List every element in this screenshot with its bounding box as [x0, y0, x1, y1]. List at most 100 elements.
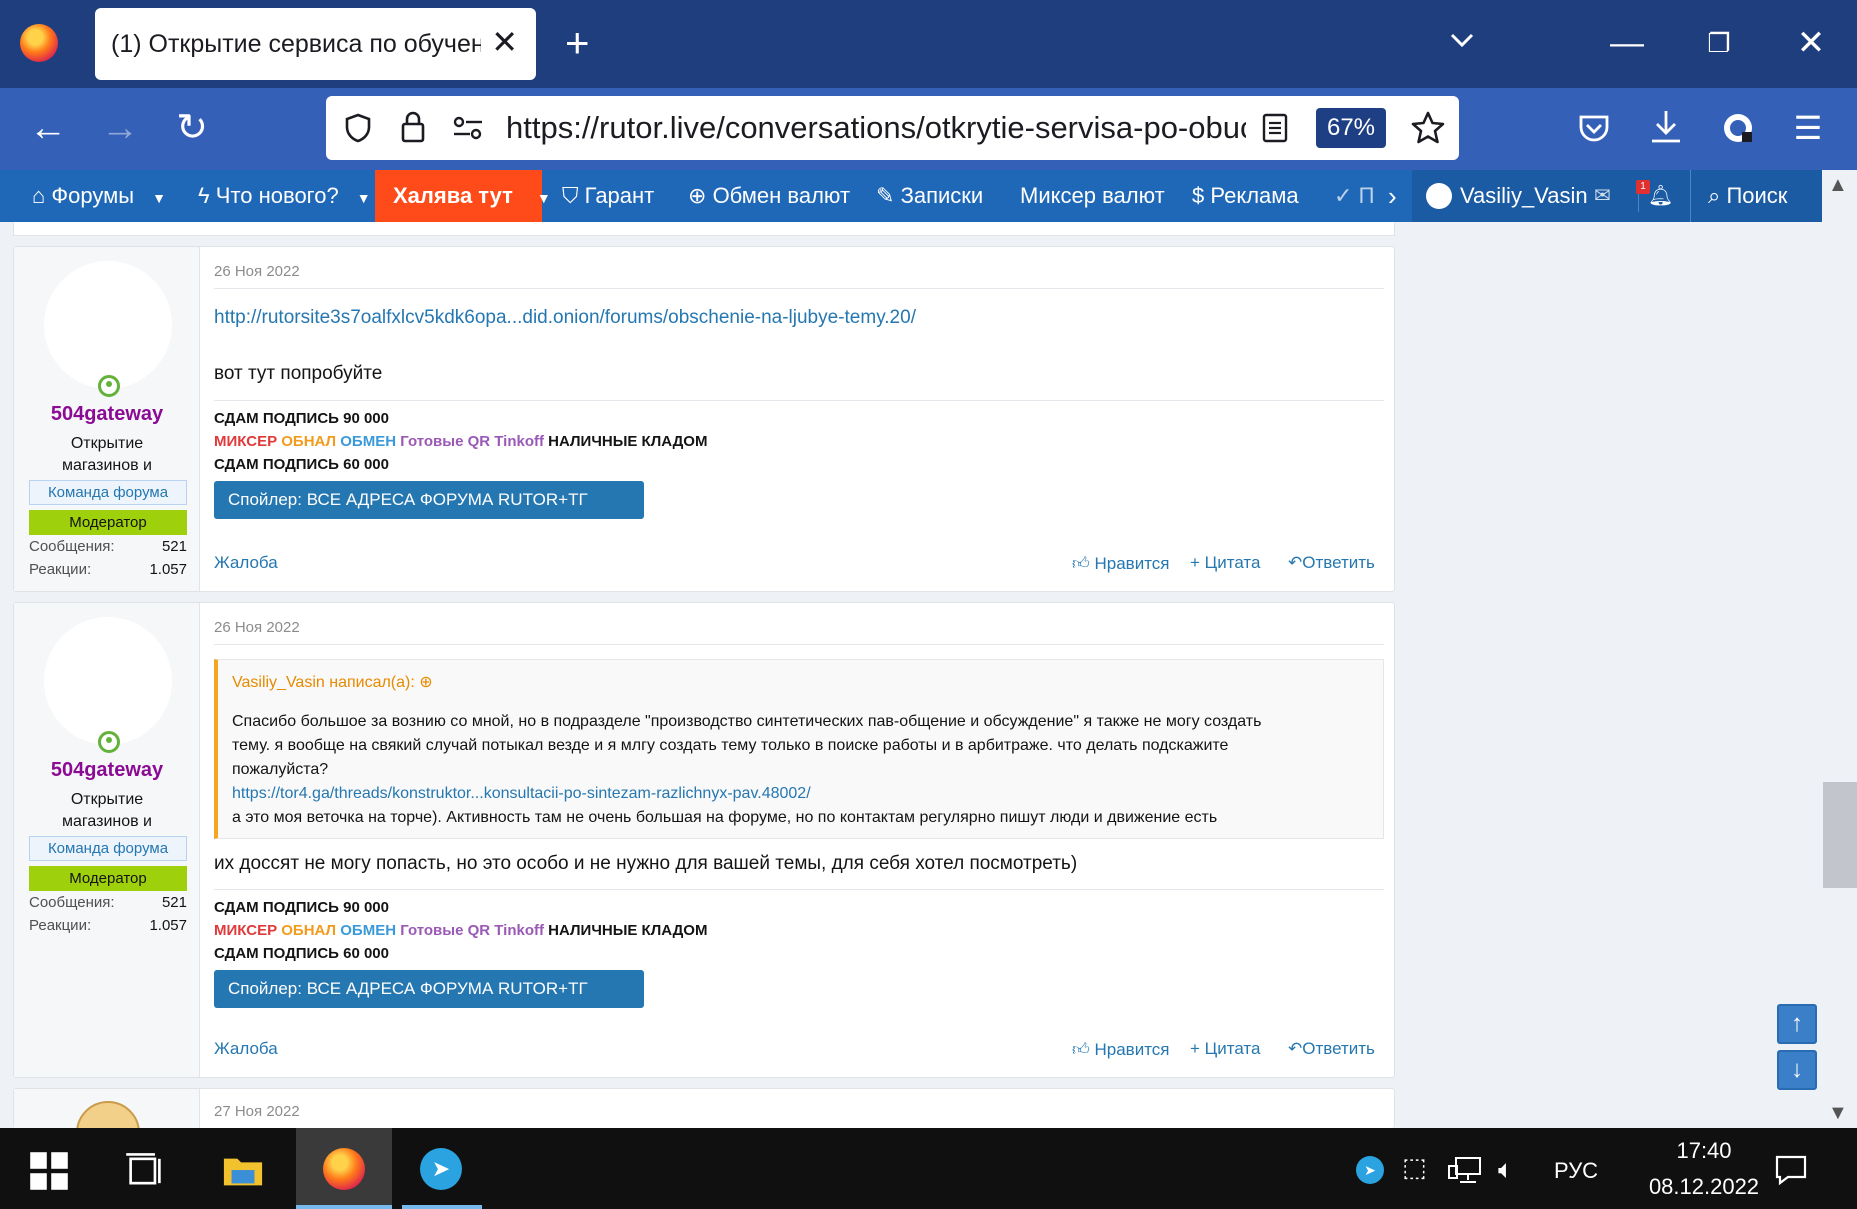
tab-title: (1) Открытие сервиса по обучени — [111, 29, 481, 58]
reader-view-icon[interactable] — [1261, 112, 1289, 144]
post-date[interactable]: 26 Ноя 2022 — [214, 619, 1384, 636]
clock-date[interactable]: 08.12.2022 — [1622, 1174, 1786, 1200]
signature-divider — [214, 889, 1384, 890]
scroll-down-arrow-icon[interactable]: ▼ — [1828, 1102, 1848, 1125]
online-status-icon — [98, 375, 120, 397]
quote-author[interactable]: Vasiliy_Vasin написал(а): ⊕ — [232, 672, 433, 692]
zoom-level-badge[interactable]: 67% — [1316, 108, 1386, 148]
restore-window-icon[interactable]: ❐ — [1694, 20, 1744, 66]
volume-icon[interactable]: 🔈︎ — [1498, 1154, 1514, 1186]
messages-stat: Сообщения: 521 — [29, 894, 187, 911]
notifications-icon[interactable] — [1774, 1154, 1808, 1186]
tab-close-icon[interactable]: ✕ — [491, 26, 518, 58]
nav-exchange[interactable]: ⊕ Обмен валют — [688, 170, 850, 222]
nav-garant[interactable]: ⛉ Гарант — [562, 170, 654, 222]
quote-button[interactable]: + Цитата — [1190, 553, 1260, 573]
windows-start-icon[interactable] — [28, 1150, 70, 1192]
nav-halyava[interactable]: Халява тут ▼ — [375, 170, 551, 222]
shield-check-icon: ⛉ — [562, 183, 579, 208]
arrow-up-circle-icon[interactable]: ⊕ — [419, 674, 432, 691]
quote-button[interactable]: + Цитата — [1190, 1039, 1260, 1059]
downloads-icon[interactable] — [1648, 108, 1684, 146]
nav-ads[interactable]: $ Реклама — [1192, 170, 1299, 222]
reload-icon[interactable]: ↻ — [172, 108, 212, 148]
pocket-icon[interactable] — [1576, 110, 1612, 146]
avatar[interactable] — [1426, 183, 1452, 209]
report-link[interactable]: Жалоба — [214, 553, 278, 573]
post-user-sidebar: 504gateway Открытие магазинов и сервисов… — [14, 247, 200, 591]
notification-count-badge: 1 — [1636, 180, 1650, 194]
permissions-icon[interactable] — [452, 114, 484, 142]
quote-text: Спасибо большое за вознию со мной, но в … — [232, 710, 1372, 830]
previous-post-tail — [13, 222, 1395, 236]
signature: СДАМ ПОДПИСЬ 90 000 МИКСЕР ОБНАЛ ОБМЕН Г… — [214, 410, 708, 473]
quote-link[interactable]: https://tor4.ga/threads/konstruktor...ko… — [232, 782, 1372, 806]
nav-notes[interactable]: ✎ Записки — [876, 170, 983, 222]
report-link[interactable]: Жалоба — [214, 1039, 278, 1059]
close-window-icon[interactable]: ✕ — [1786, 20, 1836, 66]
scrollbar-thumb[interactable] — [1823, 782, 1857, 888]
nav-search[interactable]: ⌕ Поиск — [1708, 170, 1787, 222]
file-explorer-icon[interactable] — [222, 1150, 264, 1192]
hamburger-menu-icon[interactable]: ☰ — [1788, 108, 1828, 148]
lock-icon[interactable] — [398, 110, 428, 144]
avatar[interactable] — [44, 261, 172, 389]
search-icon: ⌕ — [1708, 183, 1721, 208]
coin-icon: ⊕ — [688, 183, 707, 208]
nav-mixer[interactable]: Миксер валют — [1020, 170, 1165, 222]
back-icon[interactable]: ← — [28, 108, 68, 148]
team-banner: Команда форума — [29, 480, 187, 505]
post-author[interactable]: 504gateway — [14, 403, 200, 426]
clock-time[interactable]: 17:40 — [1652, 1138, 1756, 1164]
new-tab-button[interactable]: + — [565, 22, 590, 64]
minimize-window-icon[interactable]: — — [1602, 20, 1652, 66]
telegram-icon[interactable]: ➤ — [420, 1148, 462, 1190]
browser-tab-active[interactable]: (1) Открытие сервиса по обучени ✕ — [95, 8, 536, 80]
scroll-to-top-button[interactable]: ↑ — [1777, 1004, 1817, 1044]
nav-whats-new[interactable]: ϟ Что нового? ▼ — [198, 170, 371, 222]
nav-username[interactable]: Vasiliy_Vasin — [1460, 170, 1588, 222]
check-circle-icon: ✓ — [1334, 183, 1353, 208]
task-view-icon[interactable] — [124, 1150, 166, 1192]
nav-divider — [1690, 170, 1691, 222]
envelope-icon[interactable]: ✉ — [1594, 170, 1611, 222]
spoiler-button[interactable]: Спойлер: ВСЕ АДРЕСА ФОРУМА RUTOR+ТГ КАНА… — [214, 970, 644, 1036]
nav-more[interactable]: ✓ П — [1334, 170, 1374, 222]
input-language[interactable]: РУС — [1554, 1158, 1598, 1184]
avatar[interactable] — [44, 617, 172, 745]
chevron-down-icon[interactable]: ▼ — [357, 190, 371, 206]
reply-button[interactable]: ↶Ответить — [1288, 553, 1375, 573]
scroll-to-bottom-button[interactable]: ↓ — [1777, 1050, 1817, 1090]
list-all-tabs-icon[interactable] — [1448, 26, 1476, 54]
account-icon[interactable] — [1720, 110, 1756, 146]
network-icon[interactable] — [1448, 1156, 1482, 1186]
like-button[interactable]: 👍︎ Нравится — [1072, 1039, 1170, 1060]
reply-arrow-icon: ↶ — [1288, 553, 1303, 572]
bell-icon[interactable]: 🔔︎ — [1648, 170, 1673, 222]
chevron-down-icon[interactable]: ▼ — [537, 190, 551, 206]
post-link[interactable]: http://rutorsite3s7oalfxlcv5kdk6opa...di… — [214, 307, 1384, 329]
post-author[interactable]: 504gateway — [14, 759, 200, 782]
role-banner: Модератор — [29, 510, 187, 535]
url-text[interactable]: https://rutor.live/conversations/otkryti… — [506, 110, 1246, 146]
like-button[interactable]: 👍︎ Нравится — [1072, 553, 1170, 574]
post-date[interactable]: 26 Ноя 2022 — [214, 263, 1384, 280]
post-date[interactable]: 27 Ноя 2022 — [214, 1103, 1384, 1120]
bookmark-star-icon[interactable] — [1410, 110, 1446, 146]
spoiler-button[interactable]: Спойлер: ВСЕ АДРЕСА ФОРУМА RUTOR+ТГ КАНА… — [214, 481, 644, 547]
signature: СДАМ ПОДПИСЬ 90 000 МИКСЕР ОБНАЛ ОБМЕН Г… — [214, 899, 708, 962]
forward-icon[interactable]: → — [100, 108, 140, 148]
plus-icon: + — [1190, 553, 1200, 572]
nav-forums[interactable]: ⌂ Форумы ▼ — [32, 170, 166, 222]
nav-scroll-right-icon[interactable]: › — [1388, 170, 1397, 222]
firefox-menu-icon[interactable] — [20, 24, 58, 62]
chevron-down-icon[interactable]: ▼ — [152, 190, 166, 206]
scroll-up-arrow-icon[interactable]: ▲ — [1828, 174, 1848, 197]
page-scrollbar[interactable] — [1822, 170, 1857, 1128]
reply-button[interactable]: ↶Ответить — [1288, 1039, 1375, 1059]
url-bar[interactable]: https://rutor.live/conversations/otkryti… — [326, 96, 1459, 160]
user-nav: Vasiliy_Vasin ✉ 🔔︎ 1 ⌕ Поиск — [1412, 170, 1822, 222]
tracking-protection-shield-icon[interactable] — [342, 112, 374, 144]
network-adapter-icon[interactable]: ⬚ — [1402, 1152, 1427, 1183]
telegram-tray-icon[interactable]: ➤ — [1356, 1156, 1384, 1184]
